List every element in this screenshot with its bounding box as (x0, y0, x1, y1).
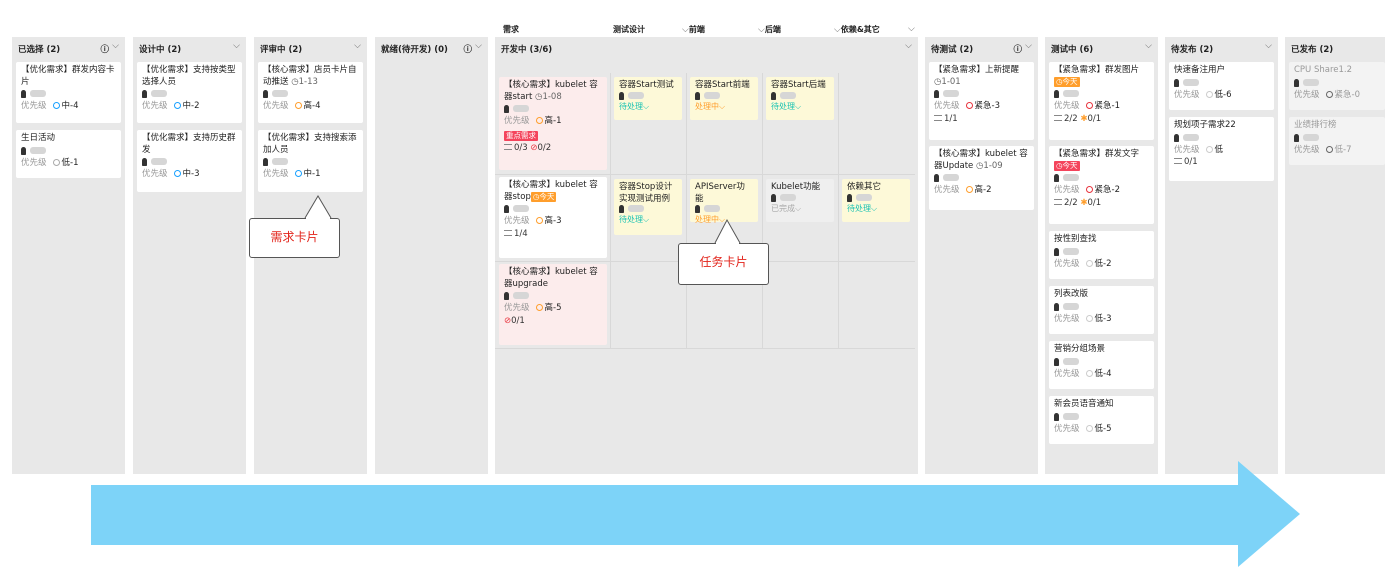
flow-arrow-head (1238, 461, 1300, 567)
flow-arrow (91, 485, 1238, 545)
